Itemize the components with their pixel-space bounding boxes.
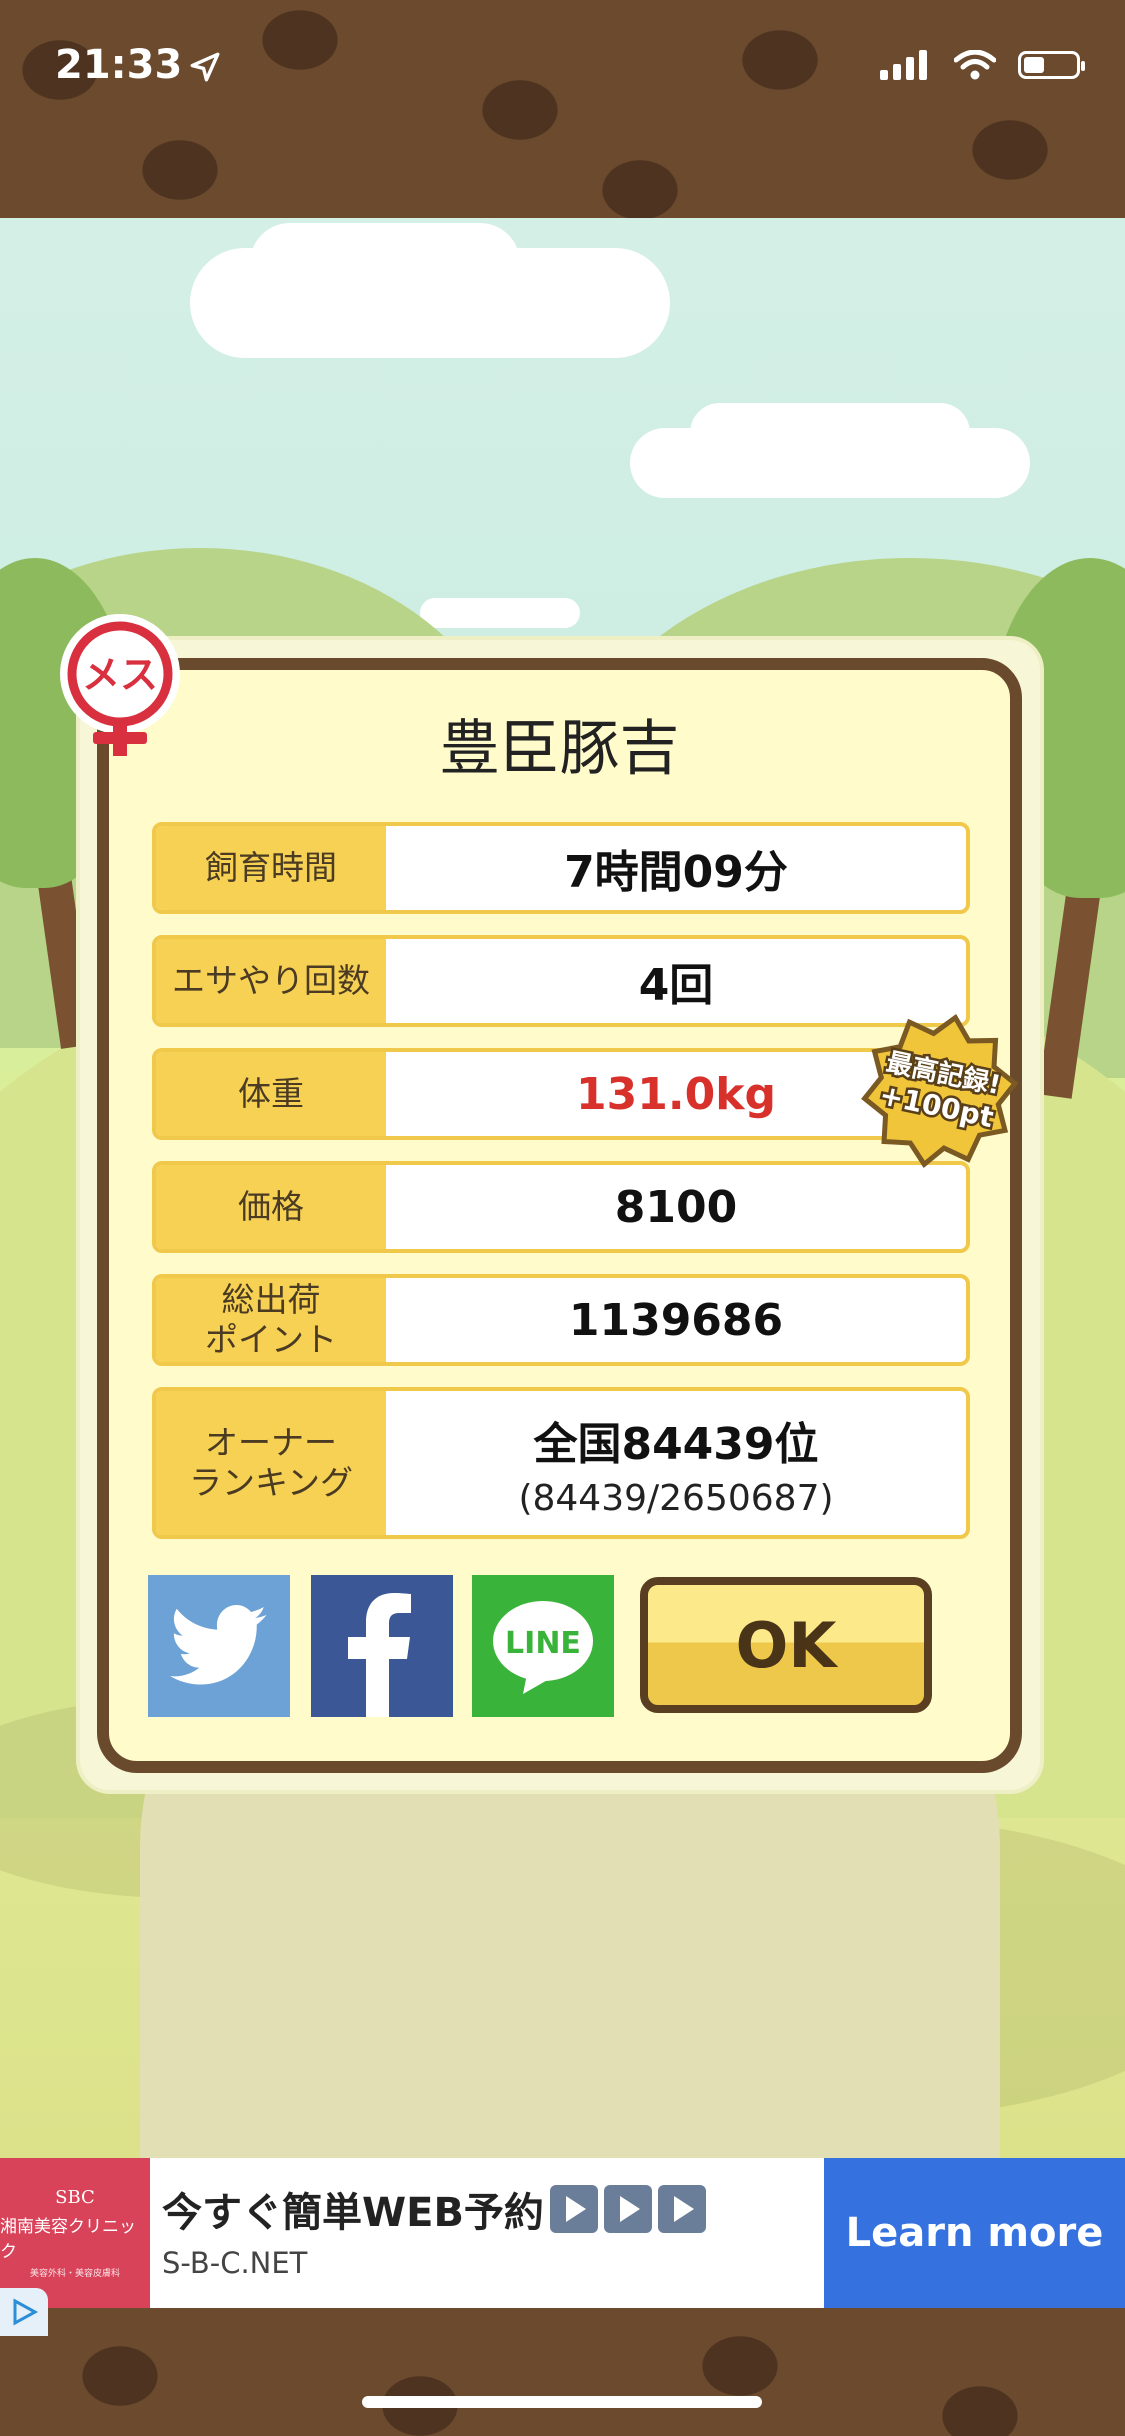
stat-row-weight: 体重 131.0kg	[152, 1048, 970, 1140]
cloud	[690, 403, 970, 463]
facebook-share-button[interactable]	[311, 1575, 453, 1717]
play-arrow-icon	[549, 2185, 598, 2233]
stat-row-breeding-time: 飼育時間 7時間09分	[152, 822, 970, 914]
stat-row-feed-count: エサやり回数 4回	[152, 935, 970, 1027]
ad-title-row[interactable]: 今すぐ簡単WEB予約	[162, 2180, 706, 2238]
ad-logo-name: 湘南美容クリニック	[0, 2217, 136, 2262]
ok-button[interactable]: OK	[640, 1577, 932, 1713]
ad-logo[interactable]: SBC 湘南美容クリニック 美容外科・美容皮膚科	[0, 2158, 150, 2308]
line-logo-icon: LINE	[493, 1601, 593, 1694]
ranking-detail: (84439/2650687)	[518, 1477, 834, 1519]
facebook-f-icon	[348, 1593, 411, 1717]
twitter-share-button[interactable]	[148, 1575, 290, 1717]
cloud	[420, 598, 580, 628]
stat-value: 8100	[614, 1181, 738, 1233]
battery-icon	[1018, 51, 1085, 79]
ad-logo-brand: SBC	[55, 2187, 95, 2208]
stat-label: エサやり回数	[156, 939, 386, 1023]
ad-banner[interactable]: SBC 湘南美容クリニック 美容外科・美容皮膚科 今すぐ簡単WEB予約 S-B-…	[0, 2158, 1125, 2308]
stat-label: オーナー ランキング	[156, 1391, 386, 1535]
line-label: LINE	[505, 1626, 581, 1661]
learn-more-button[interactable]: Learn more	[824, 2158, 1125, 2308]
twitter-bird-icon	[169, 1605, 267, 1685]
pig-name-title: 豊臣豚吉	[439, 714, 680, 784]
stat-row-owner-ranking: オーナー ランキング 全国84439位 (84439/2650687)	[152, 1387, 970, 1539]
location-arrow-icon	[190, 52, 220, 82]
home-indicator[interactable]	[362, 2396, 762, 2408]
line-share-button[interactable]: LINE	[472, 1575, 614, 1717]
status-indicators	[880, 50, 1085, 80]
stat-label: 体重	[156, 1052, 386, 1136]
top-pattern-background	[0, 0, 1125, 218]
record-badge-icon: 最高記録! +100pt	[861, 1013, 1019, 1169]
cellular-signal-icon	[880, 50, 927, 80]
stat-value: 7時間09分	[564, 847, 788, 898]
ad-choices-icon[interactable]	[0, 2288, 48, 2336]
stat-row-price: 価格 8100	[152, 1161, 970, 1253]
stat-row-total-points: 総出荷 ポイント 1139686	[152, 1274, 970, 1366]
stat-value: 1139686	[568, 1294, 784, 1346]
stat-label: 総出荷 ポイント	[156, 1278, 386, 1362]
ad-logo-tagline: 美容外科・美容皮膚科	[29, 2269, 120, 2279]
stat-label: 価格	[156, 1165, 386, 1249]
ranking-value: 全国84439位	[533, 1418, 819, 1470]
ad-title: 今すぐ簡単WEB予約	[162, 2190, 544, 2236]
gender-label: メス	[82, 653, 158, 697]
stat-value-ranking: 全国84439位 (84439/2650687)	[386, 1391, 966, 1535]
ad-url: S-B-C.NET	[162, 2246, 308, 2280]
bottom-pattern-background	[0, 2336, 1125, 2436]
stat-label: 飼育時間	[156, 826, 386, 910]
play-arrow-icon	[657, 2185, 706, 2233]
status-time: 21:33	[55, 42, 183, 88]
cloud	[250, 223, 520, 303]
wifi-icon	[954, 50, 996, 80]
play-arrow-icon	[603, 2185, 652, 2233]
